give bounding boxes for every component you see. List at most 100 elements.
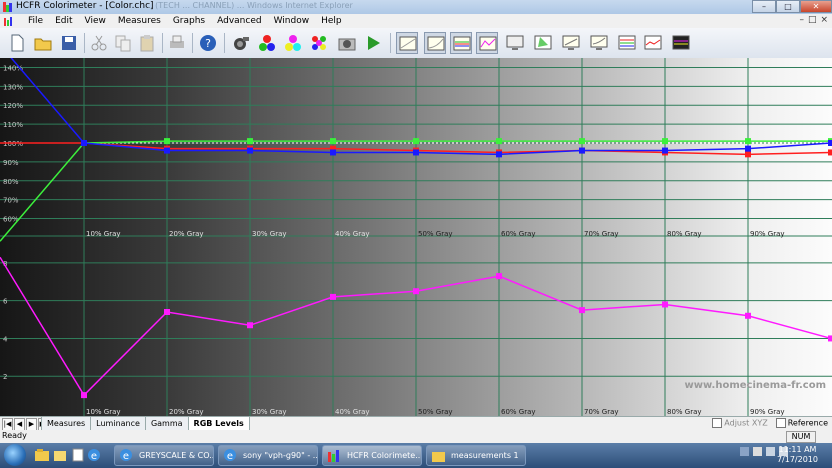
save-disk-icon[interactable]: [58, 32, 80, 54]
tray-flag-icon[interactable]: [753, 447, 762, 456]
spectrum-icon[interactable]: [670, 32, 692, 54]
data-point-red: [828, 149, 832, 156]
explorer-icon[interactable]: [34, 447, 50, 463]
toolbar: ?: [0, 28, 832, 59]
play-icon[interactable]: [362, 32, 384, 54]
clock-date: 7/17/2010: [776, 455, 818, 464]
hcfr-icon: [328, 450, 339, 462]
tab-measures[interactable]: Measures: [41, 417, 92, 431]
taskbar-button-greyscale[interactable]: e GREYSCALE & CO...: [114, 445, 214, 466]
y-tick-label: 90%: [3, 159, 19, 167]
mdi-minimize-button[interactable]: –: [799, 15, 804, 25]
x-tick-label: 50% Gray: [418, 408, 453, 416]
sensor-icon[interactable]: [230, 32, 252, 54]
taskbar-label: HCFR Colorimete...: [347, 451, 422, 460]
x-tick-label: 30% Gray: [252, 230, 287, 238]
data-point-green: [496, 138, 502, 145]
reference-checkbox[interactable]: Reference: [775, 418, 828, 428]
menu-window[interactable]: Window: [268, 15, 316, 27]
color-grid-icon[interactable]: [308, 32, 330, 54]
menu-measures[interactable]: Measures: [112, 15, 167, 27]
mdi-close-button[interactable]: ×: [820, 15, 828, 25]
x-tick-label: 70% Gray: [584, 408, 619, 416]
reference-box[interactable]: [775, 418, 786, 428]
data-point-green: [579, 138, 585, 145]
taskbar-button-sony[interactable]: e sony "vph-g90" - ...: [218, 445, 318, 466]
x-tick-label: 90% Gray: [750, 230, 785, 238]
tab-rgb-levels[interactable]: RGB Levels: [187, 417, 250, 431]
menu-graphs[interactable]: Graphs: [167, 15, 211, 27]
x-tick-label: 60% Gray: [501, 230, 536, 238]
tab-luminance[interactable]: Luminance: [90, 417, 146, 431]
data-point-delta: [413, 288, 419, 295]
adjust-xyz-box[interactable]: [712, 418, 723, 428]
paste-icon[interactable]: [136, 32, 158, 54]
print-icon[interactable]: [166, 32, 188, 54]
start-button[interactable]: [4, 444, 26, 466]
clock-time: 11:11 AM: [778, 445, 817, 454]
help-icon[interactable]: ?: [197, 32, 219, 54]
menu-edit[interactable]: Edit: [49, 15, 78, 27]
close-button[interactable]: ✕: [800, 0, 832, 13]
clock[interactable]: 11:11 AM 7/17/2010: [777, 445, 818, 465]
graph-multi-icon[interactable]: [476, 32, 498, 54]
num-lock-indicator: NUM: [786, 431, 816, 443]
monitor-icon[interactable]: [504, 32, 526, 54]
data-point-blue: [81, 140, 87, 146]
maximize-button[interactable]: □: [776, 0, 800, 13]
graph-rgb-levels-icon[interactable]: [450, 32, 472, 54]
window-controls: – □ ✕: [752, 0, 832, 14]
monitor-graph-icon[interactable]: [560, 32, 582, 54]
rgb-balls-icon[interactable]: [256, 32, 278, 54]
mdi-restore-button[interactable]: □: [808, 15, 817, 25]
taskbar-button-hcfr[interactable]: HCFR Colorimete...: [322, 445, 422, 466]
data-point-green: [413, 138, 419, 145]
y-tick-label: 80%: [3, 178, 19, 186]
cut-icon[interactable]: [88, 32, 110, 54]
minimize-button[interactable]: –: [752, 0, 776, 13]
menu-file[interactable]: File: [22, 15, 49, 27]
tray-network-icon[interactable]: [766, 447, 775, 456]
taskbar-button-measurements[interactable]: measurements 1: [426, 445, 526, 466]
color-balls-icon[interactable]: [282, 32, 304, 54]
folder-quicklaunch-icon[interactable]: [52, 447, 68, 463]
copy-icon[interactable]: [112, 32, 134, 54]
ie-quicklaunch-icon[interactable]: e: [86, 447, 102, 463]
menu-view[interactable]: View: [79, 15, 112, 27]
document-quicklaunch-icon[interactable]: [70, 447, 86, 463]
color-temp-icon[interactable]: [642, 32, 664, 54]
tab-gamma[interactable]: Gamma: [144, 417, 189, 431]
new-document-icon[interactable]: [6, 32, 28, 54]
color-levels-icon[interactable]: [616, 32, 638, 54]
data-point-green: [662, 138, 668, 145]
adjust-xyz-label: Adjust XYZ: [724, 418, 768, 428]
data-point-blue: [413, 149, 419, 156]
ie-icon: e: [224, 449, 236, 462]
x-tick-label: 80% Gray: [667, 408, 702, 416]
graph-luminance-icon[interactable]: [396, 32, 418, 54]
tray-arrow-icon[interactable]: [740, 447, 749, 456]
data-point-blue: [164, 147, 170, 154]
data-point-red: [745, 151, 751, 158]
camera-icon[interactable]: [336, 32, 358, 54]
taskbar-label: sony "vph-g90" - ...: [243, 451, 318, 460]
data-point-delta: [330, 293, 336, 300]
x-tick-label: 20% Gray: [169, 408, 204, 416]
menu-help[interactable]: Help: [315, 15, 348, 27]
cie-diagram-icon[interactable]: [532, 32, 554, 54]
graph-gamma-icon[interactable]: [424, 32, 446, 54]
data-point-delta: [247, 322, 253, 329]
adjust-xyz-checkbox[interactable]: Adjust XYZ: [712, 418, 768, 428]
y-tick-label: 130%: [3, 83, 23, 91]
open-folder-icon[interactable]: [32, 32, 54, 54]
document-icon: [4, 17, 12, 26]
x-tick-label: 60% Gray: [501, 408, 536, 416]
data-point-blue: [247, 147, 253, 154]
chart-svg: 140%130%120%110%100%90%80%70%60%10% Gray…: [0, 58, 832, 416]
menu-advanced[interactable]: Advanced: [211, 15, 267, 27]
data-point-green: [330, 138, 336, 145]
x-tick-label: 50% Gray: [418, 230, 453, 238]
y-tick-label: 2: [3, 373, 7, 381]
monitor-graph-2-icon[interactable]: [588, 32, 610, 54]
rgb-levels-chart: 140% 130% 120% 110% 100% 90% 80% 70% 60% 10% Gray…: [0, 58, 832, 416]
